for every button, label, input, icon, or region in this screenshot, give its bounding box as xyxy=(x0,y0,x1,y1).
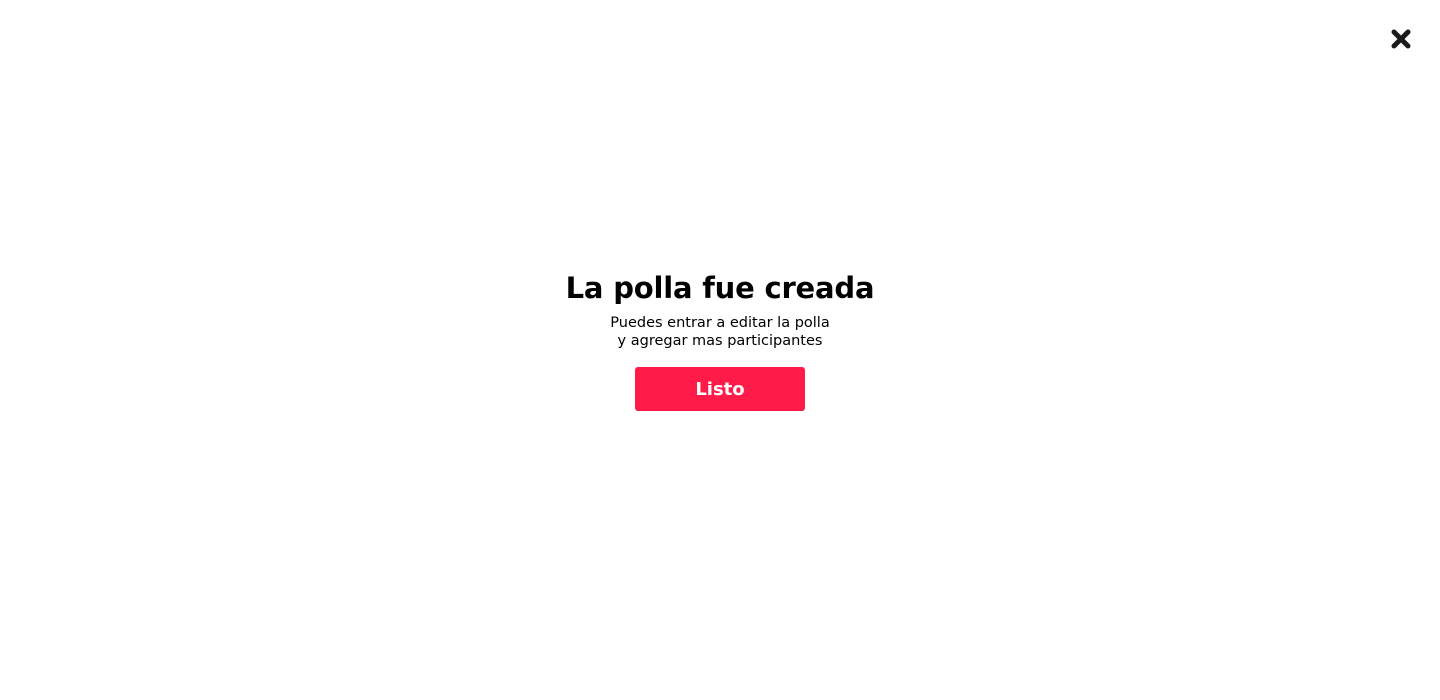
done-button[interactable]: Listo xyxy=(635,367,805,411)
close-icon xyxy=(1391,29,1411,49)
confirmation-dialog: La polla fue creada Puedes entrar a edit… xyxy=(0,268,1440,411)
dialog-title: La polla fue creada xyxy=(565,271,875,305)
success-screen: La polla fue creada Puedes entrar a edit… xyxy=(0,0,1440,700)
message-line-1: Puedes entrar a editar la polla xyxy=(610,315,830,331)
dialog-message: Puedes entrar a editar la polla y agrega… xyxy=(610,314,829,350)
message-line-2: y agregar mas participantes xyxy=(617,333,823,349)
close-button[interactable] xyxy=(1388,26,1414,52)
